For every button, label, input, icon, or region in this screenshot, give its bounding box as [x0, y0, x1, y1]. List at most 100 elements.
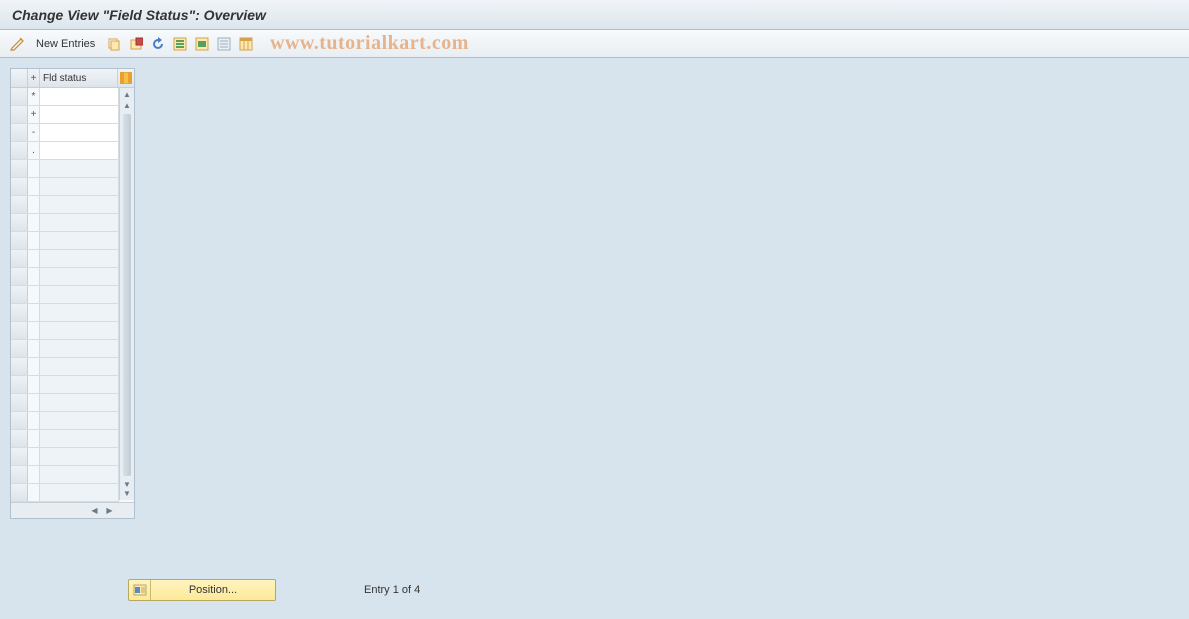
table-row [11, 394, 119, 412]
table-row [11, 214, 119, 232]
table-row: . [11, 142, 119, 160]
fld-status-input[interactable] [42, 142, 118, 159]
row-marker [28, 394, 40, 411]
row-selector[interactable] [11, 394, 28, 411]
row-marker [28, 214, 40, 231]
fld-status-cell [40, 376, 119, 393]
select-block-icon[interactable] [193, 35, 211, 53]
row-marker [28, 448, 40, 465]
row-selector[interactable] [11, 160, 28, 177]
table-row [11, 340, 119, 358]
row-selector[interactable] [11, 106, 28, 123]
toolbar: New Entries www.tutorialkart.com [0, 30, 1189, 58]
row-marker [28, 340, 40, 357]
header-config-icon[interactable] [118, 69, 134, 87]
fld-status-cell [40, 214, 119, 231]
table-container: + Fld status *+-. ▲ ▲ ▼ ▼ ◀ ▶ [10, 68, 135, 519]
table-row [11, 448, 119, 466]
row-selector[interactable] [11, 466, 28, 483]
fld-status-cell [40, 484, 119, 501]
fld-status-cell [40, 196, 119, 213]
horizontal-scrollbar[interactable]: ◀ ▶ [11, 502, 134, 518]
row-selector[interactable] [11, 124, 28, 141]
table-config-icon[interactable] [237, 35, 255, 53]
fld-status-cell [40, 178, 119, 195]
row-marker [28, 250, 40, 267]
table-row [11, 232, 119, 250]
fld-status-cell [40, 394, 119, 411]
row-selector[interactable] [11, 340, 28, 357]
table-row [11, 196, 119, 214]
table-grid: + Fld status *+-. [11, 69, 134, 502]
deselect-all-icon[interactable] [215, 35, 233, 53]
row-selector[interactable] [11, 430, 28, 447]
row-selector[interactable] [11, 322, 28, 339]
scroll-thumb[interactable] [123, 114, 131, 476]
fld-status-input[interactable] [42, 88, 118, 105]
fld-status-cell[interactable] [40, 124, 119, 141]
select-all-icon[interactable] [171, 35, 189, 53]
fld-status-cell [40, 304, 119, 321]
row-selector[interactable] [11, 88, 28, 105]
copy-icon[interactable] [105, 35, 123, 53]
fld-status-cell [40, 322, 119, 339]
scroll-right-icon[interactable]: ▶ [103, 504, 116, 517]
vertical-scrollbar[interactable]: ▲ ▲ ▼ ▼ [119, 88, 134, 500]
fld-status-input[interactable] [42, 124, 118, 141]
row-selector[interactable] [11, 412, 28, 429]
fld-status-cell [40, 340, 119, 357]
table-row [11, 178, 119, 196]
table-row [11, 484, 119, 502]
fld-status-cell [40, 466, 119, 483]
fld-status-cell[interactable] [40, 88, 119, 105]
table-row [11, 430, 119, 448]
row-marker: + [28, 106, 40, 123]
footer-row: Position... Entry 1 of 4 [0, 579, 1189, 601]
row-selector[interactable] [11, 142, 28, 159]
table-row [11, 358, 119, 376]
delete-icon[interactable] [127, 35, 145, 53]
row-selector[interactable] [11, 268, 28, 285]
table-row [11, 304, 119, 322]
fld-status-cell [40, 286, 119, 303]
undo-icon[interactable] [149, 35, 167, 53]
scroll-left-icon[interactable]: ◀ [88, 504, 101, 517]
fld-status-cell [40, 160, 119, 177]
row-marker: . [28, 142, 40, 159]
fld-status-cell[interactable] [40, 106, 119, 123]
header-fld-status[interactable]: Fld status [40, 69, 118, 87]
content-area: + Fld status *+-. ▲ ▲ ▼ ▼ ◀ ▶ [0, 58, 1189, 529]
fld-status-cell [40, 448, 119, 465]
row-selector[interactable] [11, 286, 28, 303]
row-marker [28, 484, 40, 501]
row-selector[interactable] [11, 376, 28, 393]
row-selector[interactable] [11, 196, 28, 213]
row-marker [28, 268, 40, 285]
header-plus[interactable]: + [28, 69, 40, 87]
new-entries-button[interactable]: New Entries [30, 36, 101, 52]
row-selector[interactable] [11, 250, 28, 267]
table-row: * [11, 88, 119, 106]
row-selector[interactable] [11, 232, 28, 249]
row-selector[interactable] [11, 178, 28, 195]
header-selector[interactable] [11, 69, 28, 87]
row-marker [28, 232, 40, 249]
scroll-down-icon[interactable]: ▼ [121, 487, 134, 500]
table-header-row: + Fld status [11, 69, 134, 88]
scroll-up-icon-2[interactable]: ▲ [121, 99, 134, 112]
row-marker [28, 322, 40, 339]
position-button[interactable]: Position... [128, 579, 276, 601]
row-selector[interactable] [11, 448, 28, 465]
row-selector[interactable] [11, 484, 28, 501]
fld-status-cell [40, 268, 119, 285]
fld-status-cell[interactable] [40, 142, 119, 159]
title-bar: Change View "Field Status": Overview [0, 0, 1189, 30]
table-row [11, 268, 119, 286]
display-change-icon[interactable] [8, 35, 26, 53]
table-row [11, 466, 119, 484]
row-marker [28, 430, 40, 447]
row-selector[interactable] [11, 358, 28, 375]
row-selector[interactable] [11, 214, 28, 231]
row-selector[interactable] [11, 304, 28, 321]
fld-status-input[interactable] [42, 106, 118, 123]
